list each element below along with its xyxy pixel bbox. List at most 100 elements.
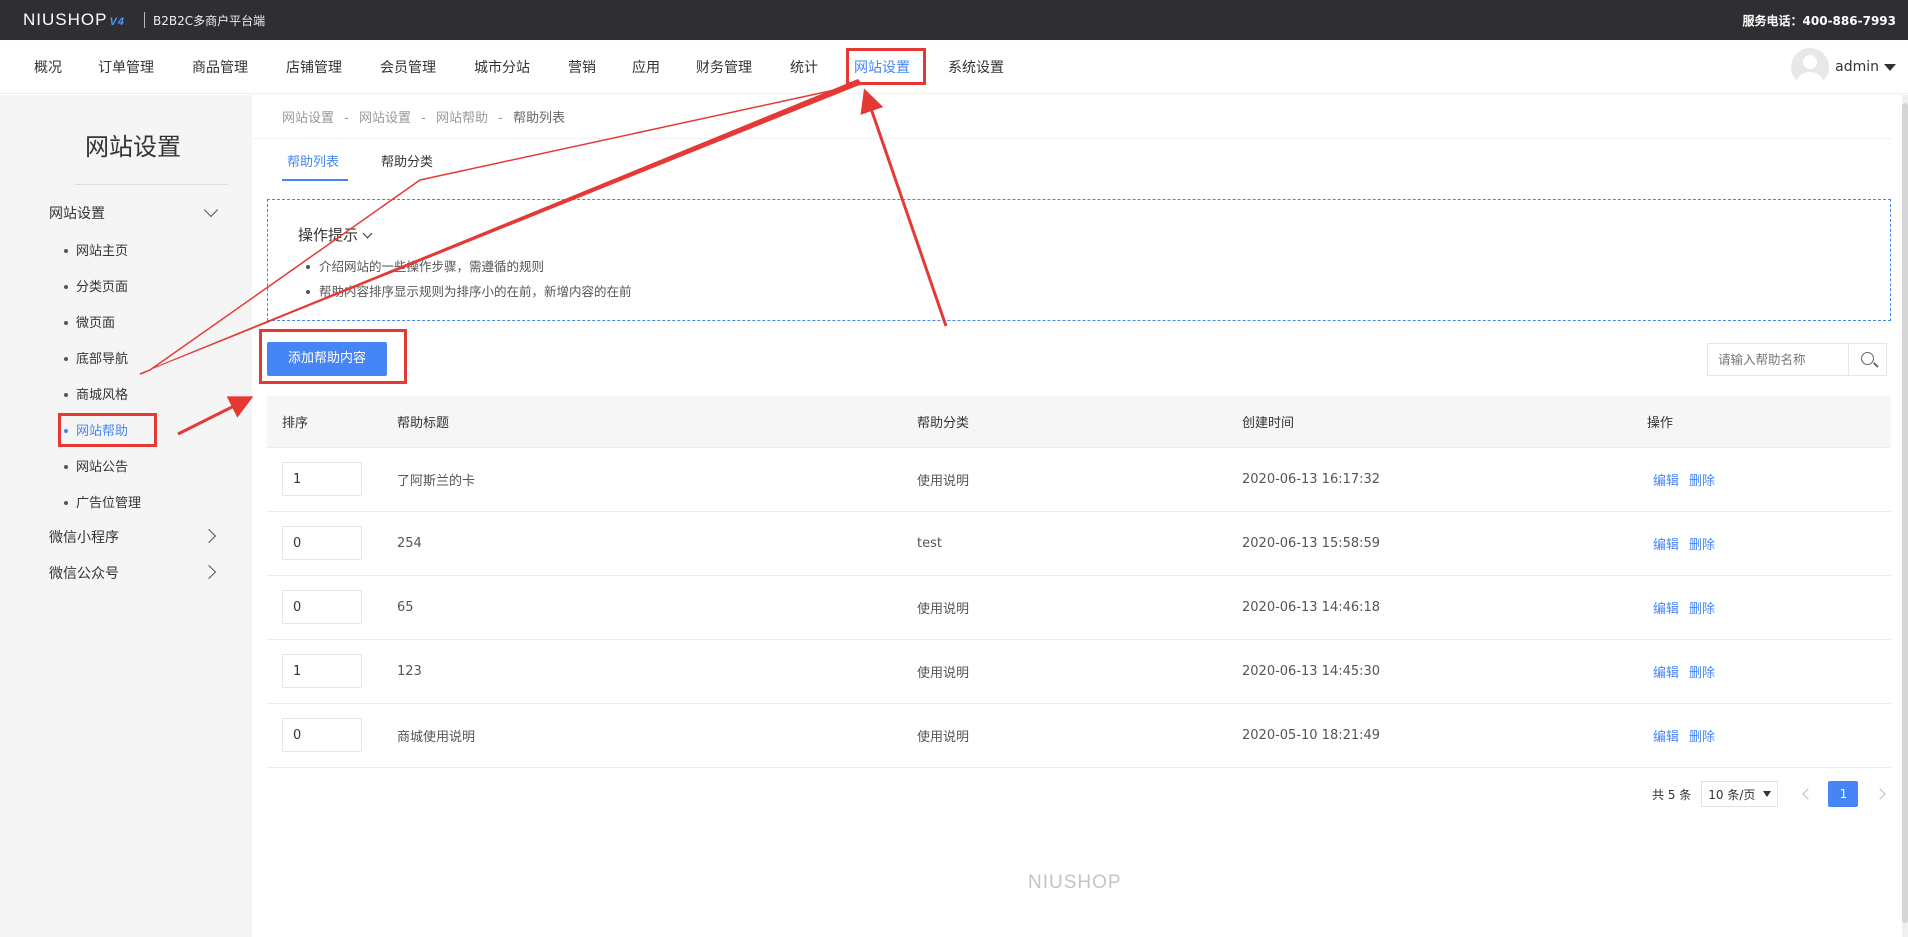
- help-title: 65: [397, 575, 917, 640]
- sidebar-item-micro-page[interactable]: 微页面: [64, 312, 115, 331]
- chevron-right-icon[interactable]: [201, 564, 217, 580]
- col-title: 帮助标题: [397, 396, 917, 448]
- tab-help-category[interactable]: 帮助分类: [381, 151, 433, 170]
- table-row: 123 使用说明 2020-06-13 14:45:30 编辑删除: [267, 639, 1891, 704]
- nav-stats[interactable]: 统计: [790, 57, 818, 77]
- table-header-row: 排序 帮助标题 帮助分类 创建时间 操作: [267, 396, 1891, 448]
- breadcrumb: 网站设置 - 网站设置 - 网站帮助 - 帮助列表: [282, 107, 565, 126]
- search-input[interactable]: [1708, 344, 1848, 375]
- breadcrumb-item[interactable]: 网站帮助: [436, 111, 488, 126]
- sort-input[interactable]: [282, 718, 362, 752]
- table-row: 商城使用说明 使用说明 2020-05-10 18:21:49 编辑删除: [267, 703, 1891, 768]
- sidebar-item-label: 微页面: [76, 316, 116, 331]
- top-bar: NIUSHOP V4 B2B2C多商户平台端 服务电话：400-886-7993: [0, 0, 1908, 40]
- breadcrumb-current: 帮助列表: [513, 111, 566, 126]
- bullet-icon: [64, 356, 68, 361]
- pagination: 共 5 条 10 条/页 1: [1652, 780, 1887, 808]
- edit-link[interactable]: 编辑: [1653, 474, 1679, 489]
- table-row: 254 test 2020-06-13 15:58:59 编辑删除: [267, 511, 1891, 576]
- sidebar-title: 网站设置: [85, 133, 181, 161]
- nav-finance[interactable]: 财务管理: [696, 57, 752, 77]
- page-scrollbar[interactable]: [1902, 95, 1908, 937]
- page-size-select[interactable]: 10 条/页: [1701, 781, 1779, 807]
- nav-system-settings[interactable]: 系统设置: [948, 57, 1004, 77]
- sort-input[interactable]: [282, 654, 362, 688]
- col-actions: 操作: [1647, 396, 1891, 448]
- next-page-icon[interactable]: [1874, 788, 1887, 800]
- delete-link[interactable]: 删除: [1689, 730, 1715, 745]
- sidebar-item-category-page[interactable]: 分类页面: [64, 276, 128, 295]
- sidebar-item-home[interactable]: 网站主页: [64, 240, 128, 259]
- page-number[interactable]: 1: [1828, 781, 1859, 807]
- created-time: 2020-06-13 14:46:18: [1242, 575, 1647, 640]
- tips-item-text: 帮助内容排序显示规则为排序小的在前，新增内容的在前: [319, 284, 632, 299]
- bullet-icon: [306, 289, 310, 294]
- tips-item: 帮助内容排序显示规则为排序小的在前，新增内容的在前: [306, 281, 632, 300]
- logo-version: V4: [109, 16, 125, 28]
- edit-link[interactable]: 编辑: [1653, 730, 1679, 745]
- help-title: 123: [397, 639, 917, 704]
- breadcrumb-item[interactable]: 网站设置: [359, 111, 411, 126]
- annotation-box-nav: [846, 48, 926, 85]
- nav-orders[interactable]: 订单管理: [98, 57, 154, 77]
- tips-title[interactable]: 操作提示: [298, 224, 373, 245]
- search-icon[interactable]: [1848, 344, 1886, 375]
- sidebar-item-mall-style[interactable]: 商城风格: [64, 384, 128, 403]
- logo-divider: [144, 12, 145, 28]
- tips-item: 介绍网站的一些操作步骤，需遵循的规则: [306, 256, 544, 275]
- nav-members[interactable]: 会员管理: [380, 57, 436, 77]
- niushop-logo[interactable]: NIUSHOP V4: [23, 10, 125, 30]
- sort-input[interactable]: [282, 526, 362, 560]
- help-title: 了阿斯兰的卡: [397, 447, 917, 512]
- chevron-down-icon: [362, 228, 373, 239]
- breadcrumb-item[interactable]: 网站设置: [282, 111, 334, 126]
- nav-city-sites[interactable]: 城市分站: [474, 57, 530, 77]
- sidebar-item-notice[interactable]: 网站公告: [64, 456, 128, 475]
- breadcrumb-separator: -: [421, 111, 426, 126]
- tips-item-text: 介绍网站的一些操作步骤，需遵循的规则: [319, 259, 545, 274]
- delete-link[interactable]: 删除: [1689, 474, 1715, 489]
- bullet-icon: [64, 284, 68, 289]
- sidebar-group-miniprogram[interactable]: 微信小程序: [49, 527, 119, 547]
- nav-shops[interactable]: 店铺管理: [286, 57, 342, 77]
- nav-marketing[interactable]: 营销: [568, 57, 596, 77]
- tab-help-list[interactable]: 帮助列表: [287, 151, 339, 170]
- pager-total: 共 5 条: [1652, 787, 1692, 802]
- service-phone: 服务电话：400-886-7993: [1742, 14, 1896, 28]
- bullet-icon: [64, 500, 68, 505]
- prev-page-icon[interactable]: [1802, 788, 1815, 800]
- created-time: 2020-06-13 16:17:32: [1242, 447, 1647, 512]
- col-sort: 排序: [267, 396, 397, 448]
- edit-link[interactable]: 编辑: [1653, 538, 1679, 553]
- edit-link[interactable]: 编辑: [1653, 602, 1679, 617]
- sidebar: 网站设置 网站设置 网站主页 分类页面 微页面 底部导航 商城风格 网站帮助 网…: [0, 95, 252, 937]
- delete-link[interactable]: 删除: [1689, 538, 1715, 553]
- col-category: 帮助分类: [917, 396, 1242, 448]
- edit-link[interactable]: 编辑: [1653, 666, 1679, 681]
- chevron-down-icon[interactable]: [203, 202, 219, 218]
- nav-overview[interactable]: 概况: [34, 57, 62, 77]
- chevron-right-icon[interactable]: [201, 528, 217, 544]
- delete-link[interactable]: 删除: [1689, 666, 1715, 681]
- col-created: 创建时间: [1242, 396, 1647, 448]
- sort-input[interactable]: [282, 590, 362, 624]
- page-size-value: 10 条/页: [1708, 787, 1756, 802]
- help-category: 使用说明: [917, 703, 1242, 768]
- delete-link[interactable]: 删除: [1689, 602, 1715, 617]
- sidebar-item-ad-slots[interactable]: 广告位管理: [64, 492, 141, 511]
- help-category: 使用说明: [917, 575, 1242, 640]
- avatar: [1791, 48, 1830, 86]
- sidebar-group-official-account[interactable]: 微信公众号: [49, 563, 119, 583]
- scrollbar-thumb[interactable]: [1902, 103, 1908, 923]
- created-time: 2020-06-13 14:45:30: [1242, 639, 1647, 704]
- user-menu[interactable]: admin: [1791, 48, 1896, 86]
- bullet-icon: [64, 248, 68, 253]
- sort-input[interactable]: [282, 462, 362, 496]
- sidebar-item-label: 广告位管理: [76, 496, 142, 511]
- sidebar-group-website[interactable]: 网站设置: [49, 203, 105, 223]
- sidebar-item-bottom-nav[interactable]: 底部导航: [64, 348, 128, 367]
- bullet-icon: [64, 320, 68, 325]
- nav-apps[interactable]: 应用: [632, 57, 660, 77]
- bullet-icon: [64, 392, 68, 397]
- nav-goods[interactable]: 商品管理: [192, 57, 248, 77]
